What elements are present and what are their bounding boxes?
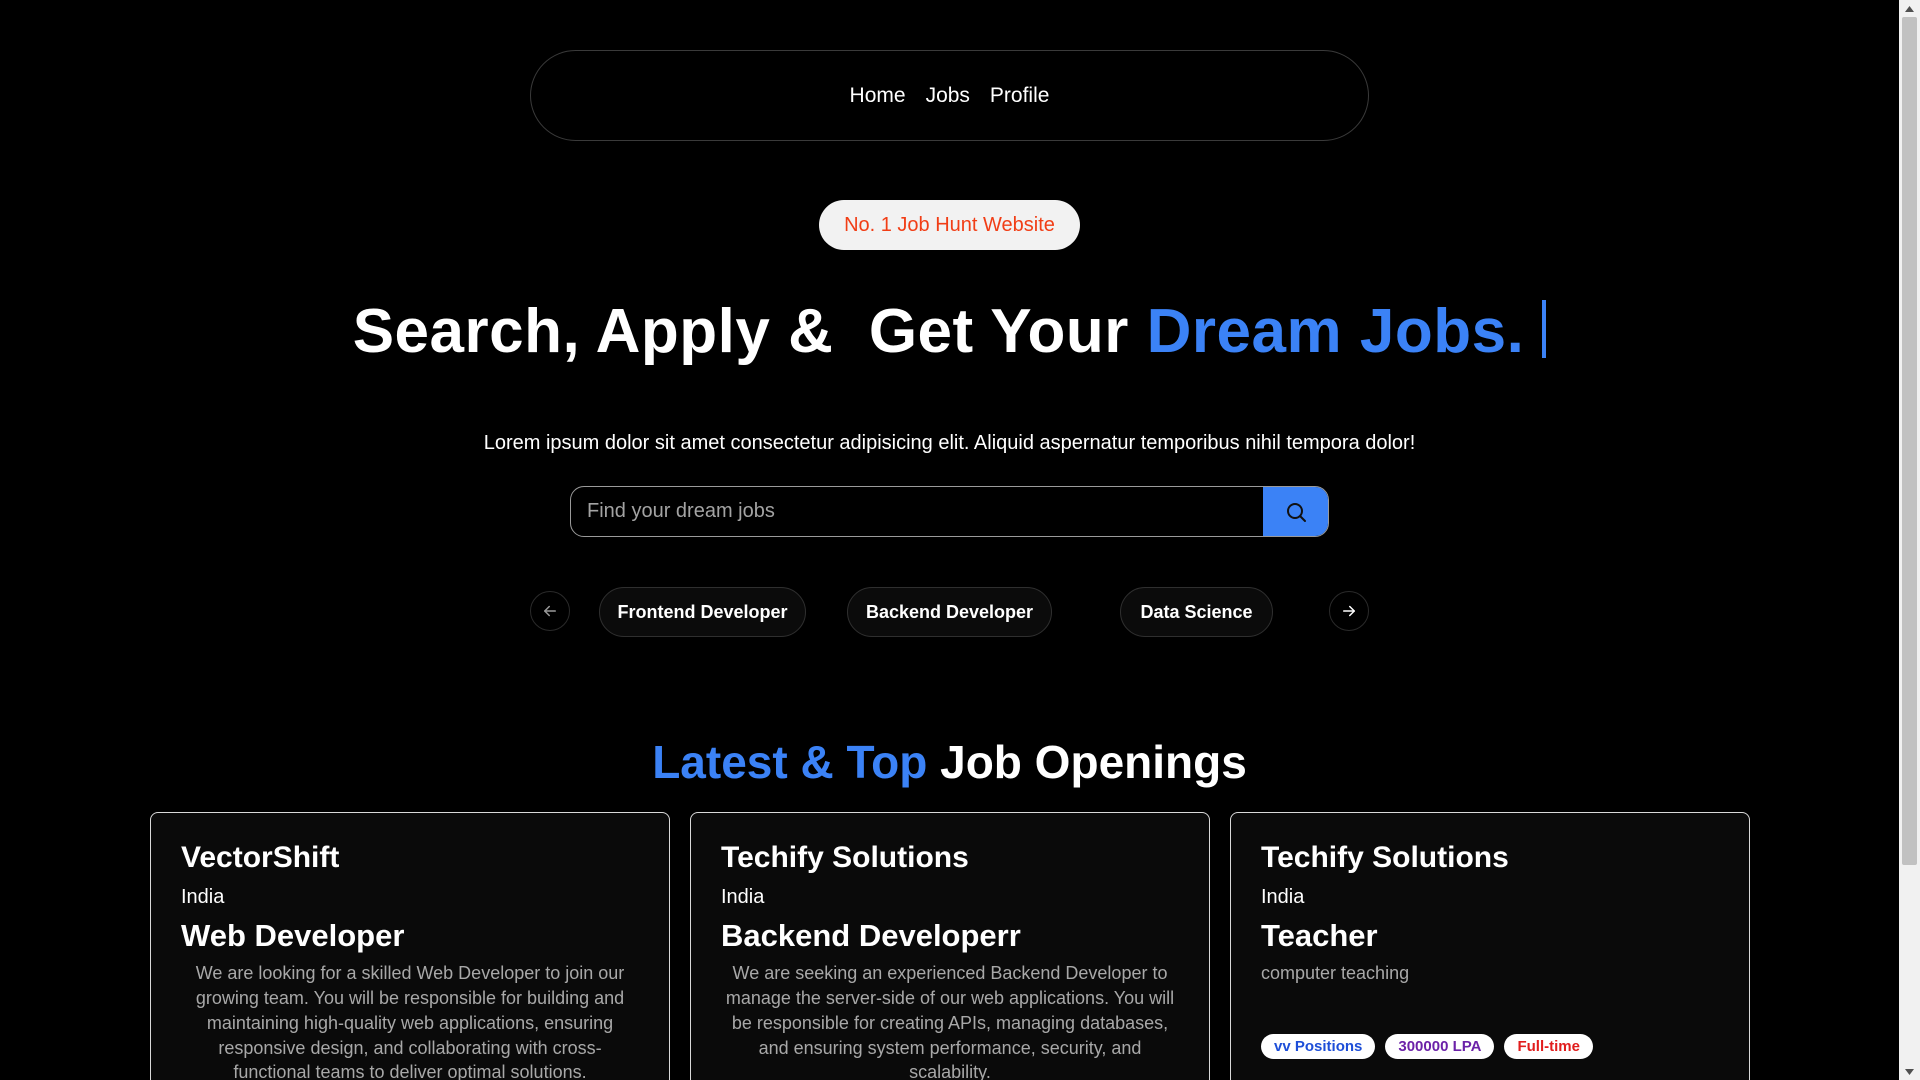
job-card[interactable]: Techify Solutions India Backend Develope…: [690, 812, 1210, 1080]
headline-plain: Search, Apply & Get Your: [352, 297, 1147, 366]
job-type-badge: Full-time: [1504, 1033, 1593, 1059]
search-icon: [1284, 500, 1308, 524]
arrow-left-icon: [541, 602, 559, 620]
job-description: We are looking for a skilled Web Develop…: [195, 963, 625, 1080]
search-input[interactable]: [571, 487, 1263, 536]
job-card[interactable]: VectorShift India Web Developer We are l…: [150, 812, 670, 1080]
nav-link-profile[interactable]: Profile: [990, 84, 1050, 108]
job-card[interactable]: Techify Solutions India Teacher computer…: [1230, 812, 1750, 1080]
job-company: VectorShift: [181, 841, 340, 874]
category-frontend-developer[interactable]: Frontend Developer: [599, 587, 806, 637]
job-location: India: [721, 886, 765, 908]
typing-caret: [1542, 300, 1547, 358]
carousel-prev-button[interactable]: [530, 591, 570, 631]
nav-link-home[interactable]: Home: [850, 84, 906, 108]
scrollbar[interactable]: [1899, 0, 1920, 1080]
section-title-plain: Job Openings: [927, 736, 1247, 788]
hero-headline: Search, Apply & Get Your Dream Jobs.: [0, 296, 1899, 367]
job-description: computer teaching: [1261, 963, 1410, 984]
nav-link-jobs[interactable]: Jobs: [926, 84, 970, 108]
category-data-science[interactable]: Data Science: [1120, 587, 1273, 637]
scroll-up-arrow-icon[interactable]: [1899, 0, 1920, 17]
carousel-next-button[interactable]: [1329, 591, 1369, 631]
scroll-down-arrow-icon[interactable]: [1899, 1063, 1920, 1080]
job-title: Web Developer: [181, 918, 405, 953]
job-tags: vv Positions 300000 LPA Full-time: [1261, 1033, 1719, 1059]
navbar: Home Jobs Profile: [530, 50, 1369, 141]
job-location: India: [1261, 886, 1305, 908]
page: Home Jobs Profile No. 1 Job Hunt Website…: [0, 0, 1899, 1080]
job-location: India: [181, 886, 225, 908]
category-backend-developer[interactable]: Backend Developer: [847, 587, 1052, 637]
job-company: Techify Solutions: [1261, 841, 1509, 874]
arrow-right-icon: [1340, 602, 1358, 620]
salary-badge: 300000 LPA: [1385, 1033, 1495, 1059]
job-title: Backend Developerr: [721, 918, 1021, 953]
search-button[interactable]: [1263, 487, 1328, 536]
scrollbar-thumb[interactable]: [1902, 17, 1917, 865]
hero-subtext: Lorem ipsum dolor sit amet consectetur a…: [483, 432, 1416, 454]
positions-badge: vv Positions: [1261, 1033, 1376, 1059]
section-title: Latest & Top Job Openings: [0, 735, 1899, 789]
job-title: Teacher: [1261, 918, 1378, 953]
search-bar: [570, 486, 1329, 537]
job-company: Techify Solutions: [721, 841, 969, 874]
hero-badge: No. 1 Job Hunt Website: [819, 200, 1080, 250]
job-description: We are seeking an experienced Backend De…: [725, 963, 1175, 1080]
headline-accent: Dream Jobs.: [1146, 297, 1525, 366]
section-title-accent: Latest & Top: [652, 736, 928, 788]
